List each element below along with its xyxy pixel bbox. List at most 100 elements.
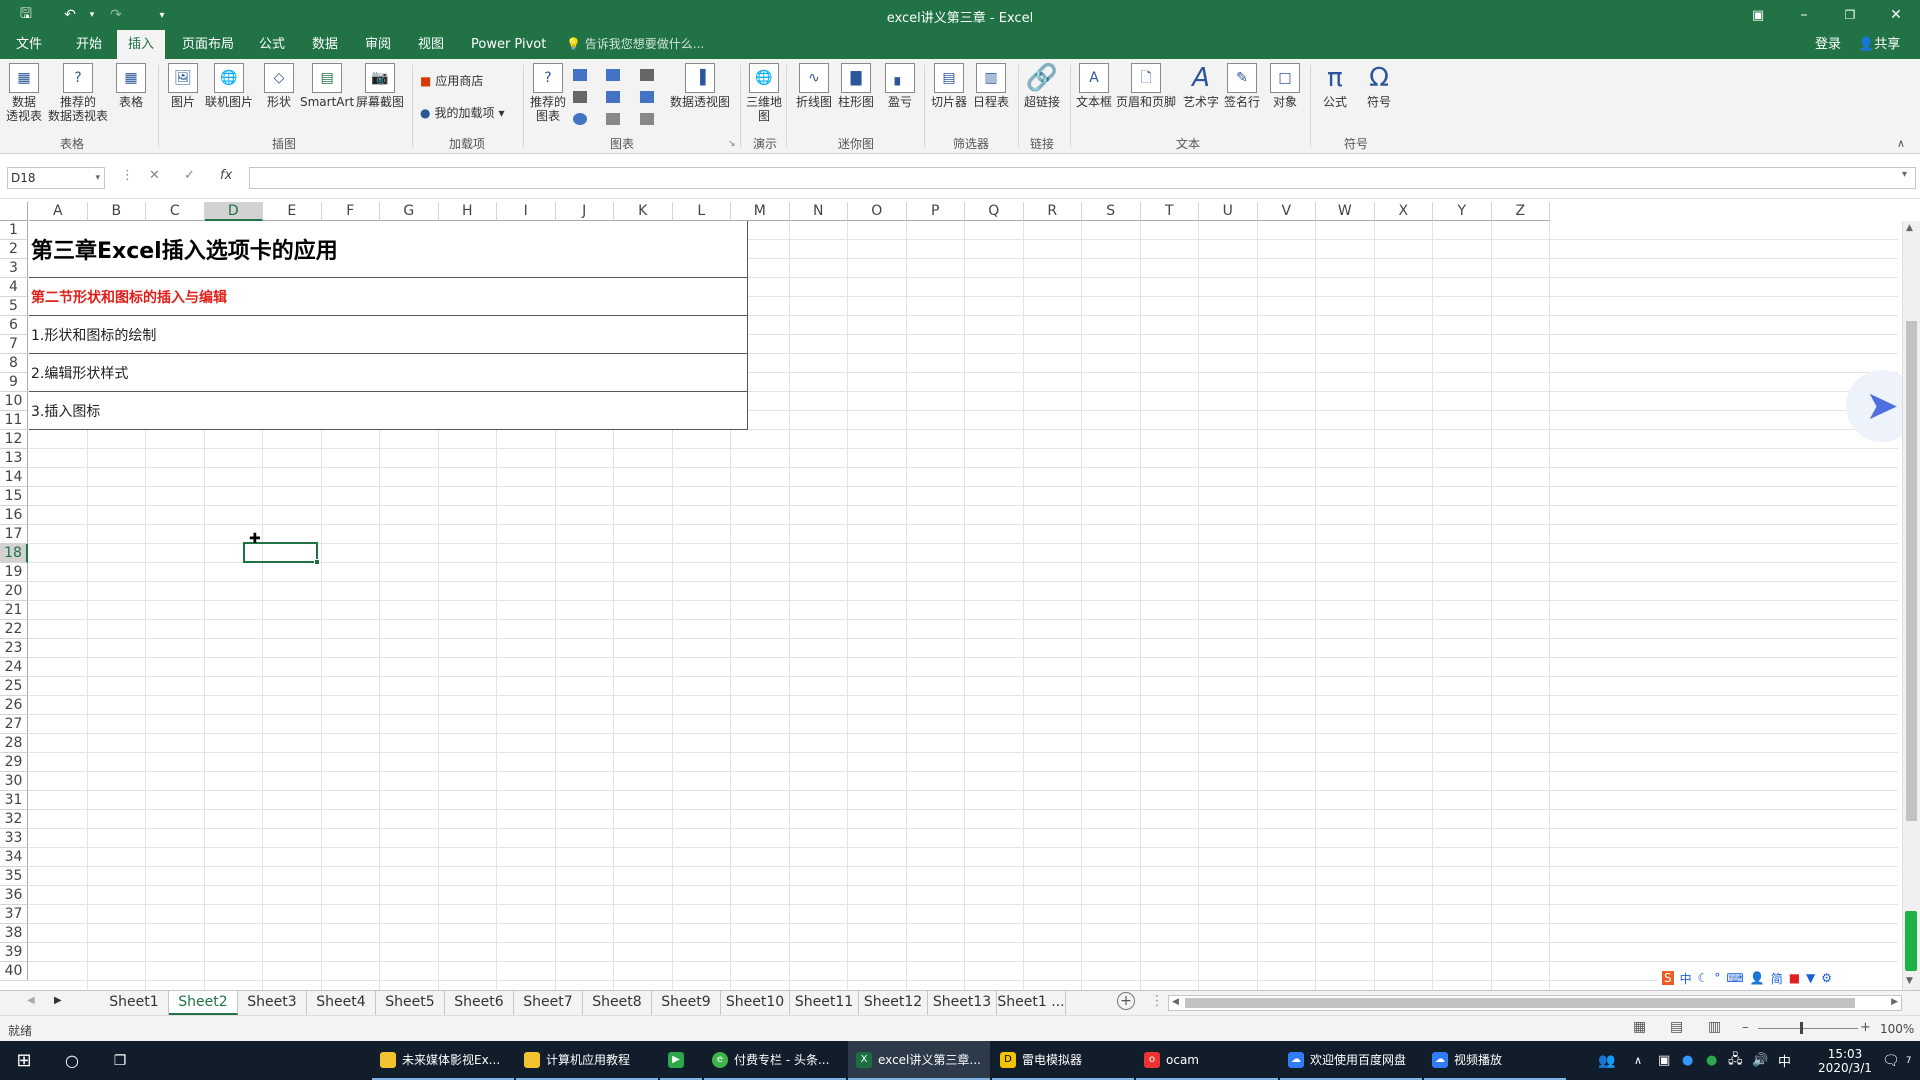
shapes-button[interactable]: ◇ 形状 xyxy=(264,63,294,109)
header-footer-button[interactable]: 🗋 页眉和页脚 xyxy=(1116,63,1176,109)
people-icon[interactable]: 👥 xyxy=(1590,1041,1623,1080)
row-header[interactable]: 24 xyxy=(0,658,28,677)
task-view-icon[interactable]: ❐ xyxy=(100,1041,140,1080)
record-icon[interactable]: ■ xyxy=(1789,971,1800,985)
row-header[interactable]: 22 xyxy=(0,620,28,639)
column-header[interactable]: W xyxy=(1316,202,1375,221)
column-header[interactable]: R xyxy=(1023,202,1082,221)
row-header[interactable]: 30 xyxy=(0,772,28,791)
row-header[interactable]: 11 xyxy=(0,411,28,430)
row-header[interactable]: 39 xyxy=(0,943,28,962)
scroll-down-icon[interactable]: ▼ xyxy=(1906,976,1913,986)
column-header[interactable]: X xyxy=(1374,202,1433,221)
scroll-up-icon[interactable]: ▲ xyxy=(1906,223,1913,233)
row-header[interactable]: 2 xyxy=(0,240,28,259)
row-header[interactable]: 17 xyxy=(0,525,28,544)
row-header[interactable]: 32 xyxy=(0,810,28,829)
column-header[interactable]: J xyxy=(555,202,614,221)
cancel-icon[interactable]: ✕ xyxy=(149,168,160,183)
column-chart-icon[interactable] xyxy=(573,69,587,81)
zoom-out-icon[interactable]: – xyxy=(1742,1020,1749,1035)
row-header[interactable]: 35 xyxy=(0,867,28,886)
item-cell-2[interactable]: 2.编辑形状样式 xyxy=(29,354,748,392)
sparkline-line-button[interactable]: ∿ 折线图 xyxy=(796,63,832,109)
row-header[interactable]: 8 xyxy=(0,354,28,373)
row-header[interactable]: 34 xyxy=(0,848,28,867)
user-icon[interactable]: 👤 xyxy=(1750,971,1765,985)
table-button[interactable]: ▦ 表格 xyxy=(116,63,146,109)
minimize-icon[interactable]: – xyxy=(1781,0,1827,30)
zoom-slider-thumb[interactable] xyxy=(1800,1022,1803,1034)
taskbar-app-excel[interactable]: Xexcel讲义第三章... xyxy=(848,1041,990,1080)
tab-splitter[interactable]: ⋮ xyxy=(1150,993,1164,1009)
line-chart-icon[interactable] xyxy=(573,91,587,103)
row-header[interactable]: 25 xyxy=(0,677,28,696)
column-header[interactable]: V xyxy=(1257,202,1316,221)
column-header[interactable]: Q xyxy=(965,202,1024,221)
moon-icon[interactable]: ☾ xyxy=(1698,971,1709,985)
enter-icon[interactable]: ✓ xyxy=(184,168,195,183)
taskbar-app-ocam[interactable]: o ocam xyxy=(1136,1041,1278,1080)
punctuation-icon[interactable]: ° xyxy=(1714,971,1720,985)
row-header[interactable]: 16 xyxy=(0,506,28,525)
column-header[interactable]: F xyxy=(321,202,380,221)
row-header[interactable]: 18 xyxy=(0,544,28,563)
column-header[interactable]: G xyxy=(380,202,439,221)
store-button[interactable]: ■ 应用商店 xyxy=(420,72,483,89)
sheet-tab[interactable]: Sheet12 xyxy=(859,991,928,1015)
prev-sheet-icon[interactable]: ◀ xyxy=(27,995,35,1006)
tab-data[interactable]: 数据 xyxy=(308,30,342,59)
fill-handle[interactable] xyxy=(314,559,320,565)
row-header[interactable]: 5 xyxy=(0,297,28,316)
column-header[interactable]: U xyxy=(1199,202,1258,221)
item-cell-3[interactable]: 3.插入图标 xyxy=(29,392,748,430)
ime-mode[interactable]: 中 xyxy=(1680,970,1692,987)
sheet-tab[interactable]: Sheet1 ... xyxy=(997,991,1066,1015)
worksheet-grid[interactable]: ABCDEFGHIJKLMNOPQRSTUVWXYZ 1 2 3 4 5 6 7 8 9 10 11… xyxy=(0,202,1920,990)
close-icon[interactable]: ✕ xyxy=(1873,0,1919,30)
add-sheet-icon[interactable]: + xyxy=(1117,992,1135,1010)
recommended-charts-button[interactable]: ? 推荐的 图表 xyxy=(530,63,566,123)
row-header[interactable]: 12 xyxy=(0,430,28,449)
textbox-button[interactable]: A 文本框 xyxy=(1076,63,1112,109)
row-header[interactable]: 36 xyxy=(0,886,28,905)
sheet-tab[interactable]: Sheet11 xyxy=(790,991,859,1015)
row-header[interactable]: 6 xyxy=(0,316,28,335)
recommended-pivot-button[interactable]: ? 推荐的 数据透视表 xyxy=(48,63,108,123)
sheet-tab[interactable]: Sheet7 xyxy=(514,991,583,1015)
sheet-tab[interactable]: Sheet10 xyxy=(721,991,790,1015)
vertical-scrollbar[interactable]: ▲ ▼ xyxy=(1902,221,1920,990)
keyboard-icon[interactable]: ⌨ xyxy=(1726,971,1743,985)
column-header[interactable]: M xyxy=(731,202,790,221)
signature-line-button[interactable]: ✎ 签名行 xyxy=(1224,63,1260,109)
tab-page-layout[interactable]: 页面布局 xyxy=(178,30,238,59)
notification-icon[interactable]: 🗨 7 xyxy=(1874,1041,1920,1080)
column-header[interactable]: I xyxy=(497,202,556,221)
column-header[interactable]: B xyxy=(87,202,146,221)
sheet-tab[interactable]: Sheet8 xyxy=(583,991,652,1015)
column-header[interactable]: N xyxy=(789,202,848,221)
tab-power-pivot[interactable]: Power Pivot xyxy=(467,30,550,59)
row-header[interactable]: 38 xyxy=(0,924,28,943)
shirt-icon[interactable]: ▼ xyxy=(1806,971,1815,985)
taskbar-app-browser[interactable]: e 付费专栏 - 头条... xyxy=(704,1041,846,1080)
hyperlink-button[interactable]: 🔗 超链接 xyxy=(1024,63,1060,109)
tab-review[interactable]: 审阅 xyxy=(361,30,395,59)
ribbon-display-icon[interactable]: ▣ xyxy=(1735,0,1781,30)
row-header[interactable]: 19 xyxy=(0,563,28,582)
taskbar-app-baidu[interactable]: ☁ 欢迎使用百度网盘 xyxy=(1280,1041,1422,1080)
share-button[interactable]: 👤共享 xyxy=(1858,30,1900,59)
row-header[interactable]: 3 xyxy=(0,259,28,278)
sheet-tab[interactable]: Sheet3 xyxy=(238,991,307,1015)
taskbar-app-explorer-2[interactable]: 计算机应用教程 xyxy=(516,1041,658,1080)
sheet-tab[interactable]: Sheet13 xyxy=(928,991,997,1015)
tab-home[interactable]: 开始 xyxy=(72,30,106,59)
online-picture-button[interactable]: 🌐 联机图片 xyxy=(205,63,253,109)
column-header[interactable]: L xyxy=(672,202,731,221)
vertical-scroll-thumb[interactable] xyxy=(1906,321,1917,821)
slicer-button[interactable]: ▤ 切片器 xyxy=(931,63,967,109)
settings-icon[interactable]: ⚙ xyxy=(1821,971,1832,985)
waterfall-chart-icon[interactable] xyxy=(640,69,654,81)
zoom-level[interactable]: 100% xyxy=(1880,1022,1914,1036)
sheet-tab[interactable]: Sheet9 xyxy=(652,991,721,1015)
